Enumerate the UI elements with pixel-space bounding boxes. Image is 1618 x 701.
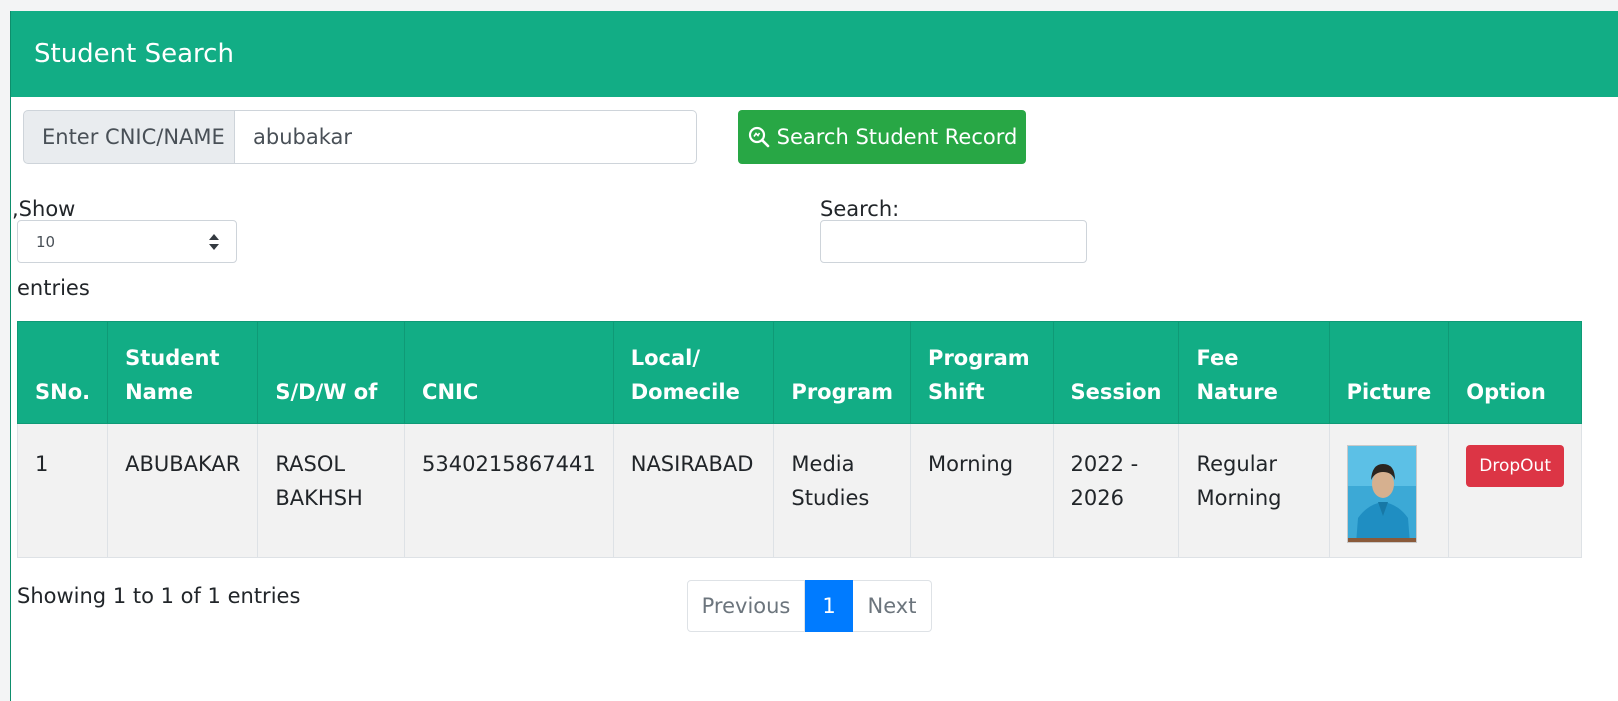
dropout-button[interactable]: DropOut bbox=[1466, 445, 1564, 487]
table-row: 1 ABUBAKAR RASOL BAKHSH 5340215867441 NAS… bbox=[16, 423, 1582, 558]
entries-per-page-value: 10 bbox=[36, 232, 56, 251]
table-search-label: Search: bbox=[820, 197, 900, 221]
pagination: Previous 1 Next bbox=[687, 580, 932, 632]
col-picture[interactable]: Picture bbox=[1328, 321, 1450, 424]
cell-domicile: NASIRABAD bbox=[612, 423, 775, 558]
search-button-label: Search Student Record bbox=[776, 125, 1018, 149]
cell-student-name: ABUBAKAR bbox=[107, 423, 259, 558]
col-relation[interactable]: S/D/W of bbox=[257, 321, 406, 424]
page-title: Student Search bbox=[34, 39, 234, 69]
search-input-group: Enter CNIC/NAME bbox=[23, 110, 697, 164]
search-student-record-button[interactable]: Search Student Record bbox=[738, 110, 1026, 164]
search-icon bbox=[748, 126, 769, 148]
card-header: Student Search bbox=[11, 11, 1618, 97]
cell-session: 2022 -2026 bbox=[1052, 423, 1180, 558]
cell-program-shift: Morning bbox=[910, 423, 1054, 558]
col-cnic[interactable]: CNIC bbox=[404, 321, 614, 424]
col-session[interactable]: Session bbox=[1052, 321, 1180, 424]
pagination-next[interactable]: Next bbox=[853, 580, 932, 632]
student-photo-image bbox=[1347, 446, 1416, 542]
col-student-name[interactable]: Student Name bbox=[107, 321, 259, 424]
cnic-name-input[interactable] bbox=[235, 110, 697, 164]
col-fee-nature[interactable]: Fee Nature bbox=[1178, 321, 1330, 424]
students-table: SNo. Student Name S/D/W of CNIC Local/Dom… bbox=[16, 321, 1582, 558]
cell-fee-nature: Regular Morning bbox=[1178, 423, 1330, 558]
student-photo bbox=[1346, 445, 1417, 543]
cell-option: DropOut bbox=[1448, 423, 1582, 558]
col-option[interactable]: Option bbox=[1448, 321, 1582, 424]
table-search-input[interactable] bbox=[820, 220, 1087, 263]
table-header-row: SNo. Student Name S/D/W of CNIC Local/Dom… bbox=[16, 321, 1582, 424]
table-info: Showing 1 to 1 of 1 entries bbox=[17, 584, 301, 608]
col-program-shift[interactable]: Program Shift bbox=[910, 321, 1054, 424]
select-arrows-icon bbox=[209, 234, 219, 250]
pagination-page-1[interactable]: 1 bbox=[805, 580, 853, 632]
cell-relation: RASOL BAKHSH bbox=[257, 423, 406, 558]
search-addon-label: Enter CNIC/NAME bbox=[23, 110, 235, 164]
pagination-previous[interactable]: Previous bbox=[687, 580, 805, 632]
cell-picture bbox=[1328, 423, 1450, 558]
entries-per-page-select[interactable]: 10 bbox=[17, 220, 237, 263]
show-label: ,Show bbox=[12, 197, 76, 221]
cell-program: Media Studies bbox=[773, 423, 912, 558]
cell-cnic: 5340215867441 bbox=[404, 423, 614, 558]
col-program[interactable]: Program bbox=[773, 321, 912, 424]
col-domicile[interactable]: Local/Domecile bbox=[612, 321, 775, 424]
entries-label: entries bbox=[17, 276, 90, 300]
col-sno[interactable]: SNo. bbox=[16, 321, 109, 424]
cell-sno: 1 bbox=[16, 423, 109, 558]
